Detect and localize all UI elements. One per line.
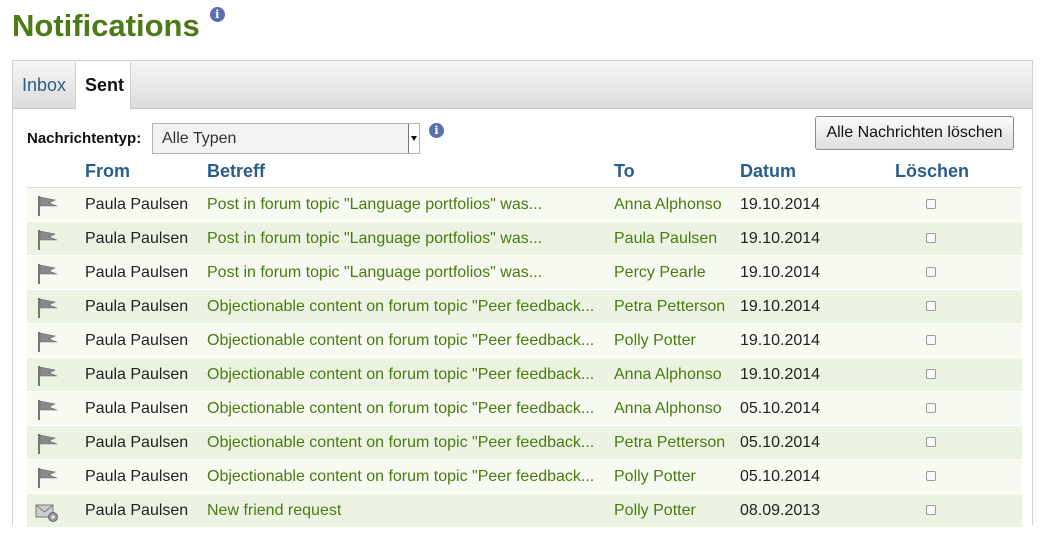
table-row[interactable]: Paula Paulsen Objectionable content on fo… — [27, 358, 1022, 392]
row-from: Paula Paulsen — [85, 366, 189, 383]
row-subject-link[interactable]: Objectionable content on forum topic "Pe… — [207, 392, 594, 425]
table-row[interactable]: Paula Paulsen Objectionable content on fo… — [27, 426, 1022, 460]
info-icon[interactable]: i — [429, 123, 444, 138]
row-date: 19.10.2014 — [740, 332, 821, 349]
page-header: Notifications i — [12, 4, 225, 48]
row-from: Paula Paulsen — [85, 332, 189, 349]
table-header: From Betreff To Datum Löschen — [27, 159, 1022, 188]
flag-icon — [35, 195, 59, 217]
column-header-subject[interactable]: Betreff — [207, 161, 265, 182]
row-delete-checkbox[interactable] — [926, 335, 936, 345]
table-row[interactable]: Paula Paulsen Post in forum topic "Langua… — [27, 256, 1022, 290]
info-icon[interactable]: i — [209, 7, 225, 22]
row-delete-checkbox[interactable] — [926, 267, 936, 277]
row-to-link[interactable]: Percy Pearle — [614, 256, 706, 289]
row-subject-link[interactable]: Post in forum topic "Language portfolios… — [207, 188, 542, 221]
flag-icon — [35, 297, 59, 319]
row-delete-checkbox[interactable] — [926, 369, 936, 379]
page-title: Notifications — [12, 8, 200, 43]
column-header-delete: Löschen — [895, 161, 970, 181]
row-date: 08.09.2013 — [740, 502, 821, 519]
row-subject-link[interactable]: New friend request — [207, 494, 341, 527]
row-delete-checkbox[interactable] — [926, 301, 936, 311]
row-from: Paula Paulsen — [85, 264, 189, 281]
row-subject-link[interactable]: Objectionable content on forum topic "Pe… — [207, 460, 594, 493]
row-subject-link[interactable]: Objectionable content on forum topic "Pe… — [207, 290, 594, 323]
flag-icon — [35, 467, 59, 489]
row-to-link[interactable]: Polly Potter — [614, 324, 696, 357]
flag-icon — [35, 331, 59, 353]
message-type-value: Alle Typen — [162, 130, 237, 147]
mail-settings-icon — [35, 501, 59, 523]
delete-all-messages-button[interactable]: Alle Nachrichten löschen — [815, 116, 1014, 150]
row-to-link[interactable]: Petra Petterson — [614, 426, 725, 459]
flag-icon — [35, 433, 59, 455]
row-from: Paula Paulsen — [85, 502, 189, 519]
chevron-down-icon[interactable] — [408, 124, 419, 153]
row-from: Paula Paulsen — [85, 196, 189, 213]
message-type-select[interactable]: Alle Typen — [152, 123, 420, 154]
table-row[interactable]: Paula Paulsen Objectionable content on fo… — [27, 392, 1022, 426]
message-type-label: Nachrichtentyp: — [27, 130, 142, 147]
row-date: 05.10.2014 — [740, 434, 821, 451]
row-subject-link[interactable]: Objectionable content on forum topic "Pe… — [207, 426, 594, 459]
row-to-link[interactable]: Polly Potter — [614, 494, 696, 527]
row-delete-checkbox[interactable] — [926, 233, 936, 243]
table-row[interactable]: Paula Paulsen Objectionable content on fo… — [27, 290, 1022, 324]
tab-sent[interactable]: Sent — [75, 62, 131, 110]
table-row[interactable]: Paula Paulsen Objectionable content on fo… — [27, 460, 1022, 494]
notifications-panel: Inbox Sent Nachrichtentyp: Alle Typen i … — [12, 60, 1033, 528]
row-subject-link[interactable]: Objectionable content on forum topic "Pe… — [207, 324, 594, 357]
row-date: 19.10.2014 — [740, 366, 821, 383]
column-header-date[interactable]: Datum — [740, 161, 796, 182]
row-to-link[interactable]: Paula Paulsen — [614, 222, 717, 255]
row-to-link[interactable]: Polly Potter — [614, 460, 696, 493]
row-delete-checkbox[interactable] — [926, 403, 936, 413]
table-row[interactable]: Paula Paulsen Post in forum topic "Langua… — [27, 188, 1022, 222]
table-row[interactable]: Paula Paulsen Objectionable content on fo… — [27, 324, 1022, 358]
row-from: Paula Paulsen — [85, 400, 189, 417]
row-delete-checkbox[interactable] — [926, 437, 936, 447]
row-subject-link[interactable]: Post in forum topic "Language portfolios… — [207, 256, 542, 289]
column-header-from[interactable]: From — [85, 161, 130, 182]
row-date: 05.10.2014 — [740, 400, 821, 417]
row-delete-checkbox[interactable] — [926, 505, 936, 515]
row-delete-checkbox[interactable] — [926, 199, 936, 209]
row-date: 19.10.2014 — [740, 264, 821, 281]
row-subject-link[interactable]: Post in forum topic "Language portfolios… — [207, 222, 542, 255]
row-date: 19.10.2014 — [740, 196, 821, 213]
flag-icon — [35, 365, 59, 387]
row-delete-checkbox[interactable] — [926, 471, 936, 481]
row-date: 19.10.2014 — [740, 298, 821, 315]
row-to-link[interactable]: Anna Alphonso — [614, 188, 722, 221]
table-row[interactable]: Paula Paulsen New friend request Polly Pot… — [27, 494, 1022, 528]
row-from: Paula Paulsen — [85, 230, 189, 247]
row-from: Paula Paulsen — [85, 298, 189, 315]
flag-icon — [35, 229, 59, 251]
table-body: Paula Paulsen Post in forum topic "Langua… — [27, 188, 1022, 528]
column-header-to[interactable]: To — [614, 161, 635, 182]
row-to-link[interactable]: Anna Alphonso — [614, 392, 722, 425]
row-date: 05.10.2014 — [740, 468, 821, 485]
flag-icon — [35, 263, 59, 285]
tab-inbox[interactable]: Inbox — [13, 62, 75, 109]
tab-bar: Inbox Sent — [13, 61, 1032, 110]
row-subject-link[interactable]: Objectionable content on forum topic "Pe… — [207, 358, 594, 391]
row-to-link[interactable]: Anna Alphonso — [614, 358, 722, 391]
row-to-link[interactable]: Petra Petterson — [614, 290, 725, 323]
table-row[interactable]: Paula Paulsen Post in forum topic "Langua… — [27, 222, 1022, 256]
row-from: Paula Paulsen — [85, 434, 189, 451]
row-date: 19.10.2014 — [740, 230, 821, 247]
flag-icon — [35, 399, 59, 421]
notifications-table: From Betreff To Datum Löschen Paula Paul… — [27, 159, 1022, 528]
row-from: Paula Paulsen — [85, 468, 189, 485]
